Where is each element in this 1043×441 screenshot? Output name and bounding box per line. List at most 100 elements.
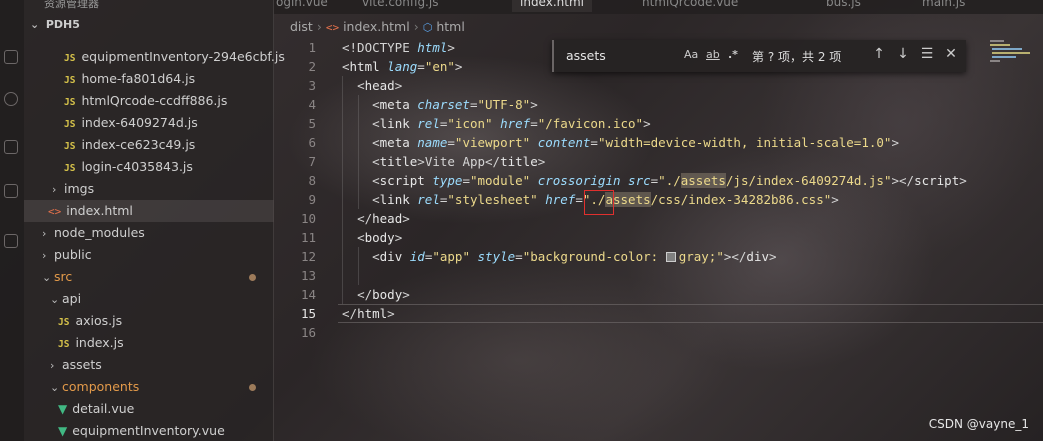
tree-item-label: public bbox=[54, 247, 92, 262]
tree-item-label: axios.js bbox=[75, 313, 123, 328]
tree-item-label: index.html bbox=[66, 203, 133, 218]
tree-item-file[interactable]: JS login-c4035843.js bbox=[24, 156, 274, 178]
modified-dot bbox=[249, 274, 256, 281]
arrow-down-icon[interactable]: ↓ bbox=[894, 46, 912, 62]
tree-item-folder[interactable]: ⌄ components bbox=[24, 376, 274, 398]
tab-login[interactable]: ogin.vue bbox=[276, 0, 328, 12]
tab-htmlqrcode[interactable]: htmlQrcode.vue bbox=[642, 0, 738, 12]
minimap[interactable] bbox=[986, 38, 1036, 98]
line-number: 3 bbox=[308, 78, 316, 93]
line-number: 2 bbox=[308, 59, 316, 74]
tree-item-file[interactable]: JS index.js bbox=[24, 332, 274, 354]
line-number: 1 bbox=[308, 40, 316, 55]
tree-item-label: assets bbox=[62, 357, 102, 372]
js-file-icon: JS bbox=[58, 317, 70, 328]
tree-item-folder[interactable]: ⌄ src bbox=[24, 266, 274, 288]
tree-item-file-selected[interactable]: <> index.html bbox=[24, 200, 274, 222]
tree-item-label: equipmentInventory-294e6cbf.js bbox=[81, 49, 285, 64]
annotation-highlight-box bbox=[584, 190, 614, 215]
code-line: <script type="module" crossorigin src=".… bbox=[372, 173, 967, 188]
line-number: 5 bbox=[308, 116, 316, 131]
search-icon[interactable] bbox=[4, 50, 18, 64]
tree-item-file[interactable]: ▼ detail.vue bbox=[24, 398, 274, 420]
chevron-right-icon: › bbox=[42, 227, 47, 240]
line-number: 14 bbox=[300, 287, 316, 302]
find-widget: Aa ab .* 第 ? 项，共 2 项 ↑ ↓ ☰ ✕ bbox=[552, 40, 966, 72]
breadcrumb: dist › <> index.html › ⬡ html bbox=[290, 19, 465, 34]
tree-item-folder[interactable]: ⌄ api bbox=[24, 288, 274, 310]
workspace-root[interactable]: ⌄ PDH5 bbox=[24, 14, 80, 36]
js-file-icon: JS bbox=[58, 339, 70, 350]
tree-item-label: login-c4035843.js bbox=[81, 159, 193, 174]
tree-item-folder[interactable]: › node_modules bbox=[24, 222, 274, 244]
chevron-down-icon: ⌄ bbox=[50, 381, 60, 394]
chevron-down-icon: ⌄ bbox=[50, 293, 60, 306]
code-line: <div id="app" style="background-color: g… bbox=[372, 249, 777, 264]
workspace-root-label: PDH5 bbox=[45, 18, 80, 31]
tree-item-folder[interactable]: › assets bbox=[24, 354, 274, 376]
breadcrumb-item[interactable]: dist bbox=[290, 19, 313, 34]
code-line: <title>Vite App</title> bbox=[372, 154, 546, 169]
tree-item-label: node_modules bbox=[54, 225, 145, 240]
chevron-right-icon: › bbox=[52, 183, 57, 196]
editor-tabs: ogin.vue vite.config.js index.html htmlQ… bbox=[274, 0, 1043, 14]
modified-dot bbox=[249, 384, 256, 391]
breadcrumb-item[interactable]: html bbox=[436, 19, 464, 34]
tree-item-folder[interactable]: › imgs bbox=[24, 178, 274, 200]
code-editor[interactable]: 1 2 3 4 5 6 7 8 9 10 11 12 13 14 15 16 <… bbox=[274, 38, 1043, 441]
find-in-selection-icon[interactable]: ☰ bbox=[918, 46, 936, 62]
whole-word-toggle[interactable]: ab bbox=[706, 48, 720, 61]
tab-bus[interactable]: bus.js bbox=[826, 0, 861, 12]
watermark: CSDN @vayne_1 bbox=[928, 417, 1029, 431]
code-line: <!DOCTYPE html> bbox=[342, 40, 455, 55]
code-line: </html> bbox=[342, 306, 395, 321]
source-control-icon[interactable] bbox=[4, 92, 18, 106]
tree-item-file[interactable]: ▼ equipmentInventory.vue bbox=[24, 420, 274, 441]
tree-item-file[interactable]: JS home-fa801d64.js bbox=[24, 68, 274, 90]
tree-item-label: api bbox=[62, 291, 82, 306]
tree-item-label: imgs bbox=[64, 181, 95, 196]
js-file-icon: JS bbox=[64, 119, 76, 130]
tree-item-file[interactable]: JS htmlQrcode-ccdff886.js bbox=[24, 90, 274, 112]
code-line: </body> bbox=[357, 287, 410, 302]
explorer-sidebar: 资源管理器 ⌄ PDH5 JS equipmentInventory-294e6c… bbox=[24, 0, 285, 441]
tab-main[interactable]: main.js bbox=[922, 0, 965, 12]
run-debug-icon[interactable] bbox=[4, 140, 18, 154]
close-icon[interactable]: ✕ bbox=[942, 46, 960, 62]
tree-item-file[interactable]: JS equipmentInventory-294e6cbf.js bbox=[24, 46, 285, 68]
code-line: <meta name="viewport" content="width=dev… bbox=[372, 135, 899, 150]
extensions-icon[interactable] bbox=[4, 184, 18, 198]
code-line: <html lang="en"> bbox=[342, 59, 463, 74]
search-match: assets bbox=[680, 173, 726, 188]
line-number: 8 bbox=[308, 173, 316, 188]
vue-file-icon: ▼ bbox=[58, 424, 68, 438]
line-number: 16 bbox=[300, 325, 316, 340]
tree-item-file[interactable]: JS index-ce623c49.js bbox=[24, 134, 274, 156]
find-input[interactable] bbox=[566, 45, 671, 67]
line-number: 4 bbox=[308, 97, 316, 112]
html-file-icon: <> bbox=[48, 205, 62, 218]
tree-item-label: detail.vue bbox=[72, 401, 135, 416]
tree-item-label: index-ce623c49.js bbox=[81, 137, 196, 152]
line-number: 9 bbox=[308, 192, 316, 207]
activity-bar bbox=[0, 0, 24, 441]
tree-item-label: index.js bbox=[75, 335, 124, 350]
remote-icon[interactable] bbox=[4, 234, 18, 248]
js-file-icon: JS bbox=[64, 75, 76, 86]
match-case-toggle[interactable]: Aa bbox=[684, 48, 698, 61]
html-file-icon: <> bbox=[325, 21, 340, 34]
regex-toggle[interactable]: .* bbox=[728, 48, 738, 61]
tab-index-html[interactable]: index.html bbox=[512, 0, 592, 12]
breadcrumb-item[interactable]: index.html bbox=[343, 19, 410, 34]
tree-item-file[interactable]: JS axios.js bbox=[24, 310, 274, 332]
chevron-right-icon: › bbox=[42, 249, 47, 262]
js-file-icon: JS bbox=[64, 97, 76, 108]
color-swatch[interactable] bbox=[665, 252, 676, 262]
tab-vite-config[interactable]: vite.config.js bbox=[362, 0, 438, 12]
tree-item-label: index-6409274d.js bbox=[81, 115, 198, 130]
tree-item-folder[interactable]: › public bbox=[24, 244, 274, 266]
tree-item-file[interactable]: JS index-6409274d.js bbox=[24, 112, 274, 134]
tree-item-label: home-fa801d64.js bbox=[81, 71, 196, 86]
arrow-up-icon[interactable]: ↑ bbox=[870, 46, 888, 62]
js-file-icon: JS bbox=[64, 163, 76, 174]
